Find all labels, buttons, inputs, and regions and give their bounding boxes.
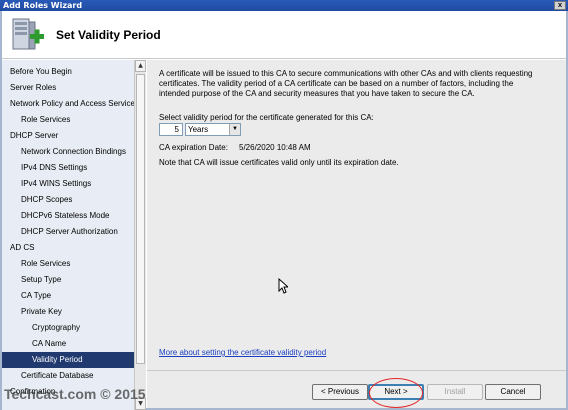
nav-item[interactable]: AD CS: [2, 240, 134, 256]
nav-item[interactable]: Role Services: [2, 256, 134, 272]
install-button[interactable]: Install: [427, 384, 483, 400]
nav-item[interactable]: IPv4 WINS Settings: [2, 176, 134, 192]
nav-item[interactable]: DHCP Server: [2, 128, 134, 144]
nav-item[interactable]: Network Connection Bindings: [2, 144, 134, 160]
wizard-header: Set Validity Period: [2, 11, 566, 59]
wizard-navigation: Before You Begin Server Roles Network Poli…: [2, 60, 139, 410]
nav-item[interactable]: Validity Period: [2, 352, 134, 368]
nav-item[interactable]: Server Roles: [2, 80, 134, 96]
validity-period-unit-select[interactable]: Years ▼: [185, 123, 241, 136]
main-content: A certificate will be issued to this CA …: [147, 60, 566, 370]
expiration-label: CA expiration Date:: [159, 143, 228, 152]
nav-item[interactable]: Before You Begin: [2, 64, 134, 80]
cancel-button[interactable]: Cancel: [485, 384, 541, 400]
validity-period-unit-value: Years: [188, 125, 209, 134]
scroll-up-arrow-icon[interactable]: ▲: [135, 60, 146, 72]
validity-period-value-input[interactable]: 5: [159, 123, 183, 136]
nav-item[interactable]: Cryptography: [2, 320, 134, 336]
page-title: Set Validity Period: [56, 28, 161, 42]
chevron-down-icon[interactable]: ▼: [229, 124, 240, 135]
validity-help-link[interactable]: More about setting the certificate valid…: [159, 348, 326, 357]
nav-item[interactable]: DHCP Scopes: [2, 192, 134, 208]
nav-item[interactable]: CA Name: [2, 336, 134, 352]
nav-item[interactable]: IPv4 DNS Settings: [2, 160, 134, 176]
expiration-note: Note that CA will issue certificates val…: [159, 158, 399, 167]
nav-item[interactable]: Network Policy and Access Services: [2, 96, 139, 112]
close-button[interactable]: x: [554, 1, 566, 10]
nav-item[interactable]: DHCP Server Authorization: [2, 224, 134, 240]
nav-scrollbar[interactable]: ▲ ▼: [134, 60, 146, 410]
window-title-bar: Add Roles Wizard x: [0, 0, 568, 11]
previous-button[interactable]: < Previous: [312, 384, 368, 400]
nav-item[interactable]: Role Services: [2, 112, 134, 128]
watermark: Techcast.com © 2015: [4, 386, 146, 402]
scroll-thumb[interactable]: [136, 74, 145, 364]
nav-item[interactable]: DHCPv6 Stateless Mode: [2, 208, 134, 224]
nav-item[interactable]: Certificate Database: [2, 368, 134, 384]
server-add-icon: [12, 18, 44, 50]
expiration-value: 5/26/2020 10:48 AM: [239, 143, 311, 152]
expiration-row: CA expiration Date: 5/26/2020 10:48 AM: [159, 143, 311, 153]
highlight-circle: [369, 378, 423, 408]
mouse-cursor-icon: [278, 278, 288, 294]
nav-item[interactable]: CA Type: [2, 288, 134, 304]
window-title: Add Roles Wizard: [3, 1, 83, 10]
wizard-button-bar: < Previous Next > Install Cancel: [147, 370, 566, 408]
validity-period-label: Select validity period for the certifica…: [159, 113, 374, 122]
intro-text: A certificate will be issued to this CA …: [159, 69, 533, 98]
nav-item[interactable]: Setup Type: [2, 272, 134, 288]
nav-item[interactable]: Private Key: [2, 304, 134, 320]
